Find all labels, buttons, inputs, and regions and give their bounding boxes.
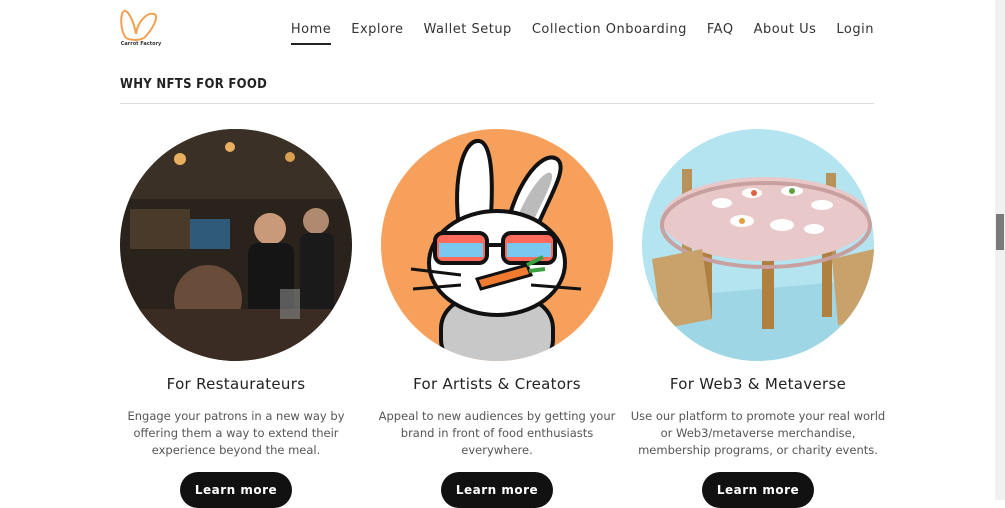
brand-name: Carrot Factory: [120, 41, 162, 47]
section-divider: [120, 103, 874, 104]
nav-explore[interactable]: Explore: [351, 22, 403, 45]
card-title: For Artists & Creators: [413, 375, 581, 393]
card-title: For Restaurateurs: [166, 375, 306, 393]
learn-more-button[interactable]: Learn more: [702, 472, 814, 508]
card-restaurateurs: For Restaurateurs Engage your patrons in…: [106, 129, 366, 508]
nav-faq[interactable]: FAQ: [707, 22, 734, 45]
section-title: WHY NFTS FOR FOOD: [120, 77, 268, 92]
restaurant-photo: [120, 129, 352, 361]
nav-home[interactable]: Home: [290, 22, 332, 45]
rabbit-ears-logo-icon: [120, 9, 158, 41]
nav-wallet-setup[interactable]: Wallet Setup: [424, 22, 512, 45]
nav-login[interactable]: Login: [836, 22, 874, 45]
learn-more-button[interactable]: Learn more: [441, 472, 553, 508]
nav-collection-onboarding[interactable]: Collection Onboarding: [532, 22, 687, 45]
card-description: Use our platform to promote your real wo…: [630, 409, 886, 457]
main-nav: Home Explore Wallet Setup Collection Onb…: [271, 22, 874, 45]
card-web3-metaverse: For Web3 & Metaverse Use our platform to…: [628, 129, 888, 508]
nav-about-us[interactable]: About Us: [754, 22, 817, 45]
card-title: For Web3 & Metaverse: [669, 375, 847, 393]
card-description: Appeal to new audiences by getting your …: [378, 409, 616, 457]
brand-logo[interactable]: Carrot Factory: [118, 8, 164, 52]
learn-more-button[interactable]: Learn more: [180, 472, 292, 508]
rabbit-illustration: [381, 129, 613, 361]
3d-dining-table: [642, 129, 874, 361]
card-artists-creators: For Artists & Creators Appeal to new aud…: [367, 129, 627, 508]
page-scrollbar[interactable]: [995, 0, 1005, 500]
card-description: Engage your patrons in a new way by offe…: [127, 409, 345, 457]
scrollbar-thumb[interactable]: [996, 214, 1004, 250]
